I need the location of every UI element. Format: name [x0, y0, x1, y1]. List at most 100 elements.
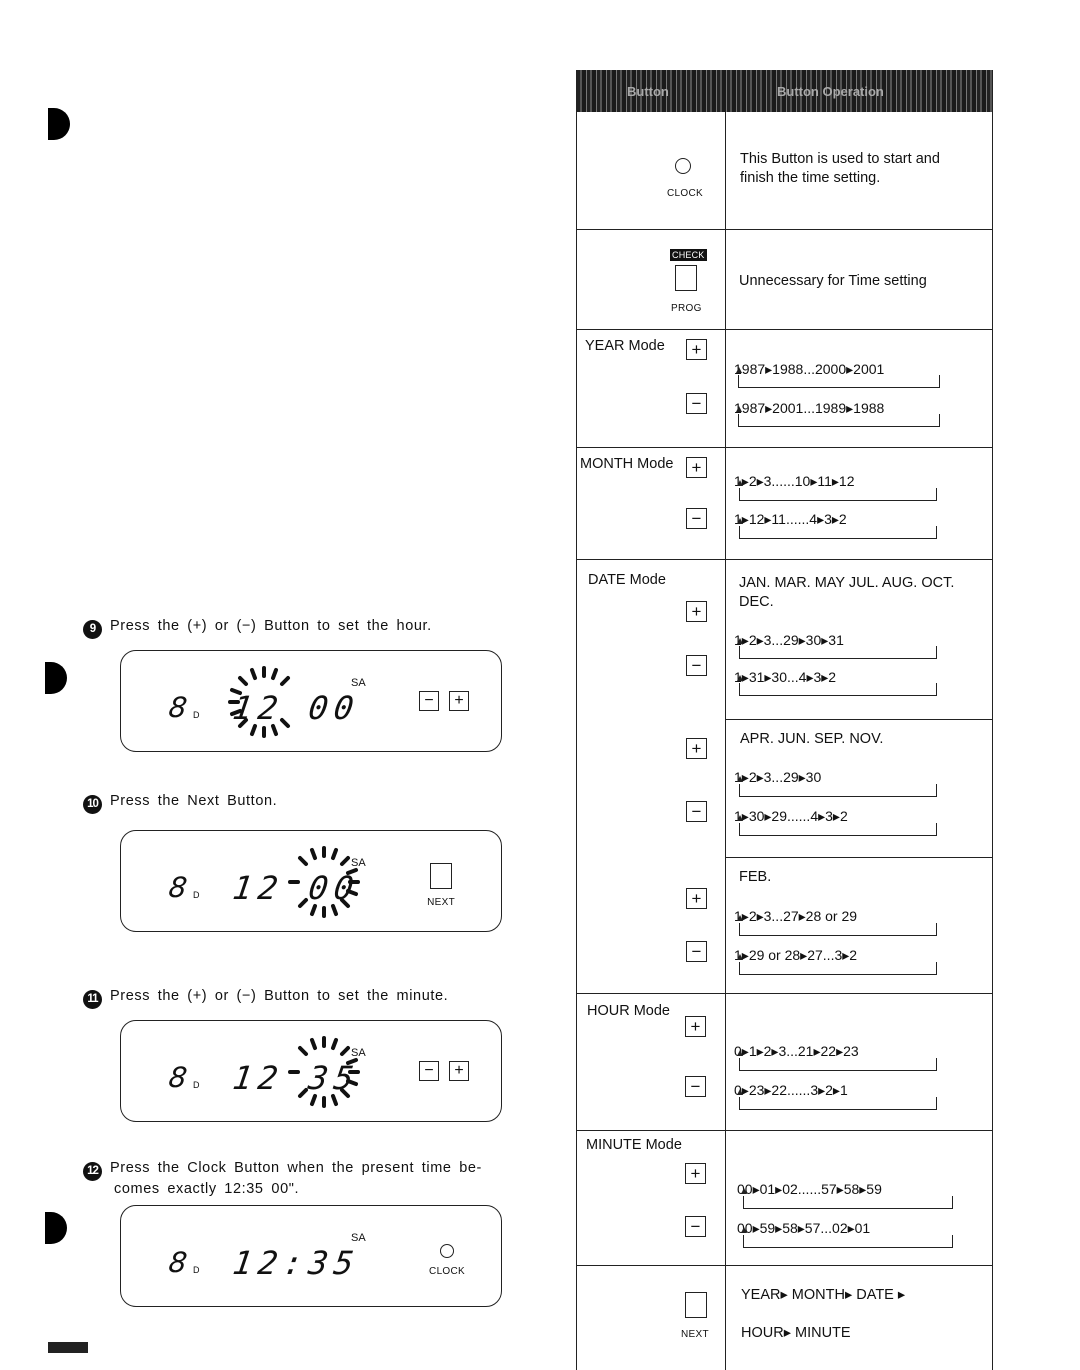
minus-button[interactable]: − — [686, 941, 707, 962]
step-9: 9 Press the (+) or (−) Button to set the … — [83, 618, 432, 639]
prog-label: PROG — [671, 303, 702, 314]
year-mode-label: YEAR Mode — [585, 338, 665, 354]
date-mode-label: DATE Mode — [588, 572, 666, 588]
clock-circle-icon — [440, 1244, 455, 1258]
lcd-time: 12 35 — [230, 1059, 362, 1097]
plus-button[interactable]: + — [686, 457, 707, 478]
lcd-day: 8 — [166, 691, 190, 724]
row-divider — [577, 329, 992, 330]
plus-button[interactable]: + — [449, 691, 469, 711]
row-divider — [577, 993, 992, 994]
loop-arrow-icon — [739, 646, 937, 659]
step-number: 9 — [83, 620, 102, 639]
plus-button[interactable]: + — [685, 1016, 706, 1037]
loop-arrow-icon — [739, 1097, 937, 1110]
next-button-label: NEXT — [427, 897, 455, 908]
plus-button[interactable]: + — [686, 601, 707, 622]
binder-hole — [45, 1212, 67, 1244]
header-button: Button — [627, 84, 669, 99]
lcd-day-suffix: D — [193, 1080, 200, 1090]
row-divider — [577, 229, 992, 230]
step-text-continued: comes exactly 12:35 00". — [114, 1181, 300, 1197]
lcd-indicator: SA — [351, 677, 366, 689]
loop-arrow-icon — [739, 1058, 937, 1071]
loop-arrow-icon — [739, 683, 937, 696]
plus-button[interactable]: + — [686, 738, 707, 759]
minus-button[interactable]: − — [686, 508, 707, 529]
lcd-time: 12:35 — [230, 1244, 362, 1282]
plus-button[interactable]: + — [449, 1061, 469, 1081]
hour-mode-label: HOUR Mode — [587, 1003, 670, 1019]
step-text: Press the (+) or (−) Button to set the h… — [110, 618, 432, 634]
header-operation: Button Operation — [777, 84, 884, 99]
lcd-day-suffix: D — [193, 710, 200, 720]
prog-description: Unnecessary for Time setting — [739, 273, 927, 289]
minus-button[interactable]: − — [685, 1216, 706, 1237]
step-text: Press the Next Button. — [110, 793, 278, 809]
step-10: 10 Press the Next Button. — [83, 793, 277, 814]
minus-button[interactable]: − — [686, 801, 707, 822]
loop-arrow-icon — [739, 488, 937, 501]
step-11: 11 Press the (+) or (−) Button to set the… — [83, 988, 448, 1009]
clock-circle-icon — [675, 158, 691, 174]
lcd-day: 8 — [166, 1246, 190, 1279]
binder-hole — [45, 662, 67, 694]
next-sequence-line1: YEAR▸ MONTH▸ DATE ▸ — [741, 1287, 906, 1303]
row-divider — [577, 1130, 992, 1131]
step-12: 12 Press the Clock Button when the presen… — [83, 1160, 482, 1197]
lcd-indicator: SA — [351, 1232, 366, 1244]
loop-arrow-icon — [739, 962, 937, 975]
next-button-square-icon — [430, 863, 453, 889]
loop-arrow-icon — [739, 923, 937, 936]
step-number: 10 — [83, 795, 102, 814]
lcd-indicator: SA — [351, 857, 366, 869]
step-text: Press the Clock Button when the present … — [110, 1160, 482, 1176]
lcd-display-step-10: 8 D 12 00 SA NEXT — [120, 830, 502, 932]
table-header: Button Button Operation — [577, 70, 992, 112]
month-mode-label: MONTH Mode — [580, 456, 674, 472]
minus-button[interactable]: − — [685, 1076, 706, 1097]
scan-mark — [48, 1342, 88, 1353]
loop-arrow-icon — [739, 823, 937, 836]
next-square-icon — [685, 1292, 707, 1318]
lcd-day: 8 — [166, 871, 190, 904]
date-months-feb: FEB. — [739, 869, 772, 885]
next-sequence-line2: HOUR▸ MINUTE — [741, 1325, 851, 1341]
next-button[interactable]: NEXT — [427, 863, 455, 908]
lcd-day-suffix: D — [193, 890, 200, 900]
clock-button[interactable]: CLOCK — [429, 1244, 465, 1277]
lcd-display-step-12: 8 D 12:35 SA CLOCK — [120, 1205, 502, 1307]
loop-arrow-icon — [739, 784, 937, 797]
loop-arrow-icon — [738, 375, 940, 388]
minus-button[interactable]: − — [419, 691, 439, 711]
step-text: Press the (+) or (−) Button to set the m… — [110, 988, 449, 1004]
button-operation-table: Button Button Operation CLOCK This Butto… — [576, 70, 993, 1370]
row-divider — [725, 857, 992, 858]
minute-mode-label: MINUTE Mode — [586, 1137, 682, 1153]
date-months-31: JAN. MAR. MAY JUL. AUG. OCT. DEC. — [739, 575, 955, 610]
plus-button[interactable]: + — [686, 888, 707, 909]
lcd-time: 12 00 — [230, 869, 362, 907]
lcd-day: 8 — [166, 1061, 190, 1094]
loop-arrow-icon — [743, 1235, 953, 1248]
row-divider — [577, 559, 992, 560]
minus-button[interactable]: − — [686, 393, 707, 414]
loop-arrow-icon — [743, 1196, 953, 1209]
lcd-day-suffix: D — [193, 1265, 200, 1275]
lcd-display-step-9: 8 D 12 00 SA − + — [120, 650, 502, 752]
plus-button[interactable]: + — [685, 1163, 706, 1184]
minus-button[interactable]: − — [686, 655, 707, 676]
loop-arrow-icon — [739, 526, 937, 539]
column-divider — [725, 112, 726, 1370]
clock-label: CLOCK — [667, 188, 703, 199]
binder-hole — [48, 108, 70, 140]
step-number: 12 — [83, 1162, 102, 1181]
plus-button[interactable]: + — [686, 339, 707, 360]
clock-description: This Button is used to start and finish … — [740, 151, 940, 186]
clock-button-label: CLOCK — [429, 1266, 465, 1277]
loop-arrow-icon — [738, 414, 940, 427]
minus-button[interactable]: − — [419, 1061, 439, 1081]
prog-square-icon — [675, 265, 697, 291]
row-divider — [577, 1265, 992, 1266]
next-label: NEXT — [681, 1329, 709, 1340]
